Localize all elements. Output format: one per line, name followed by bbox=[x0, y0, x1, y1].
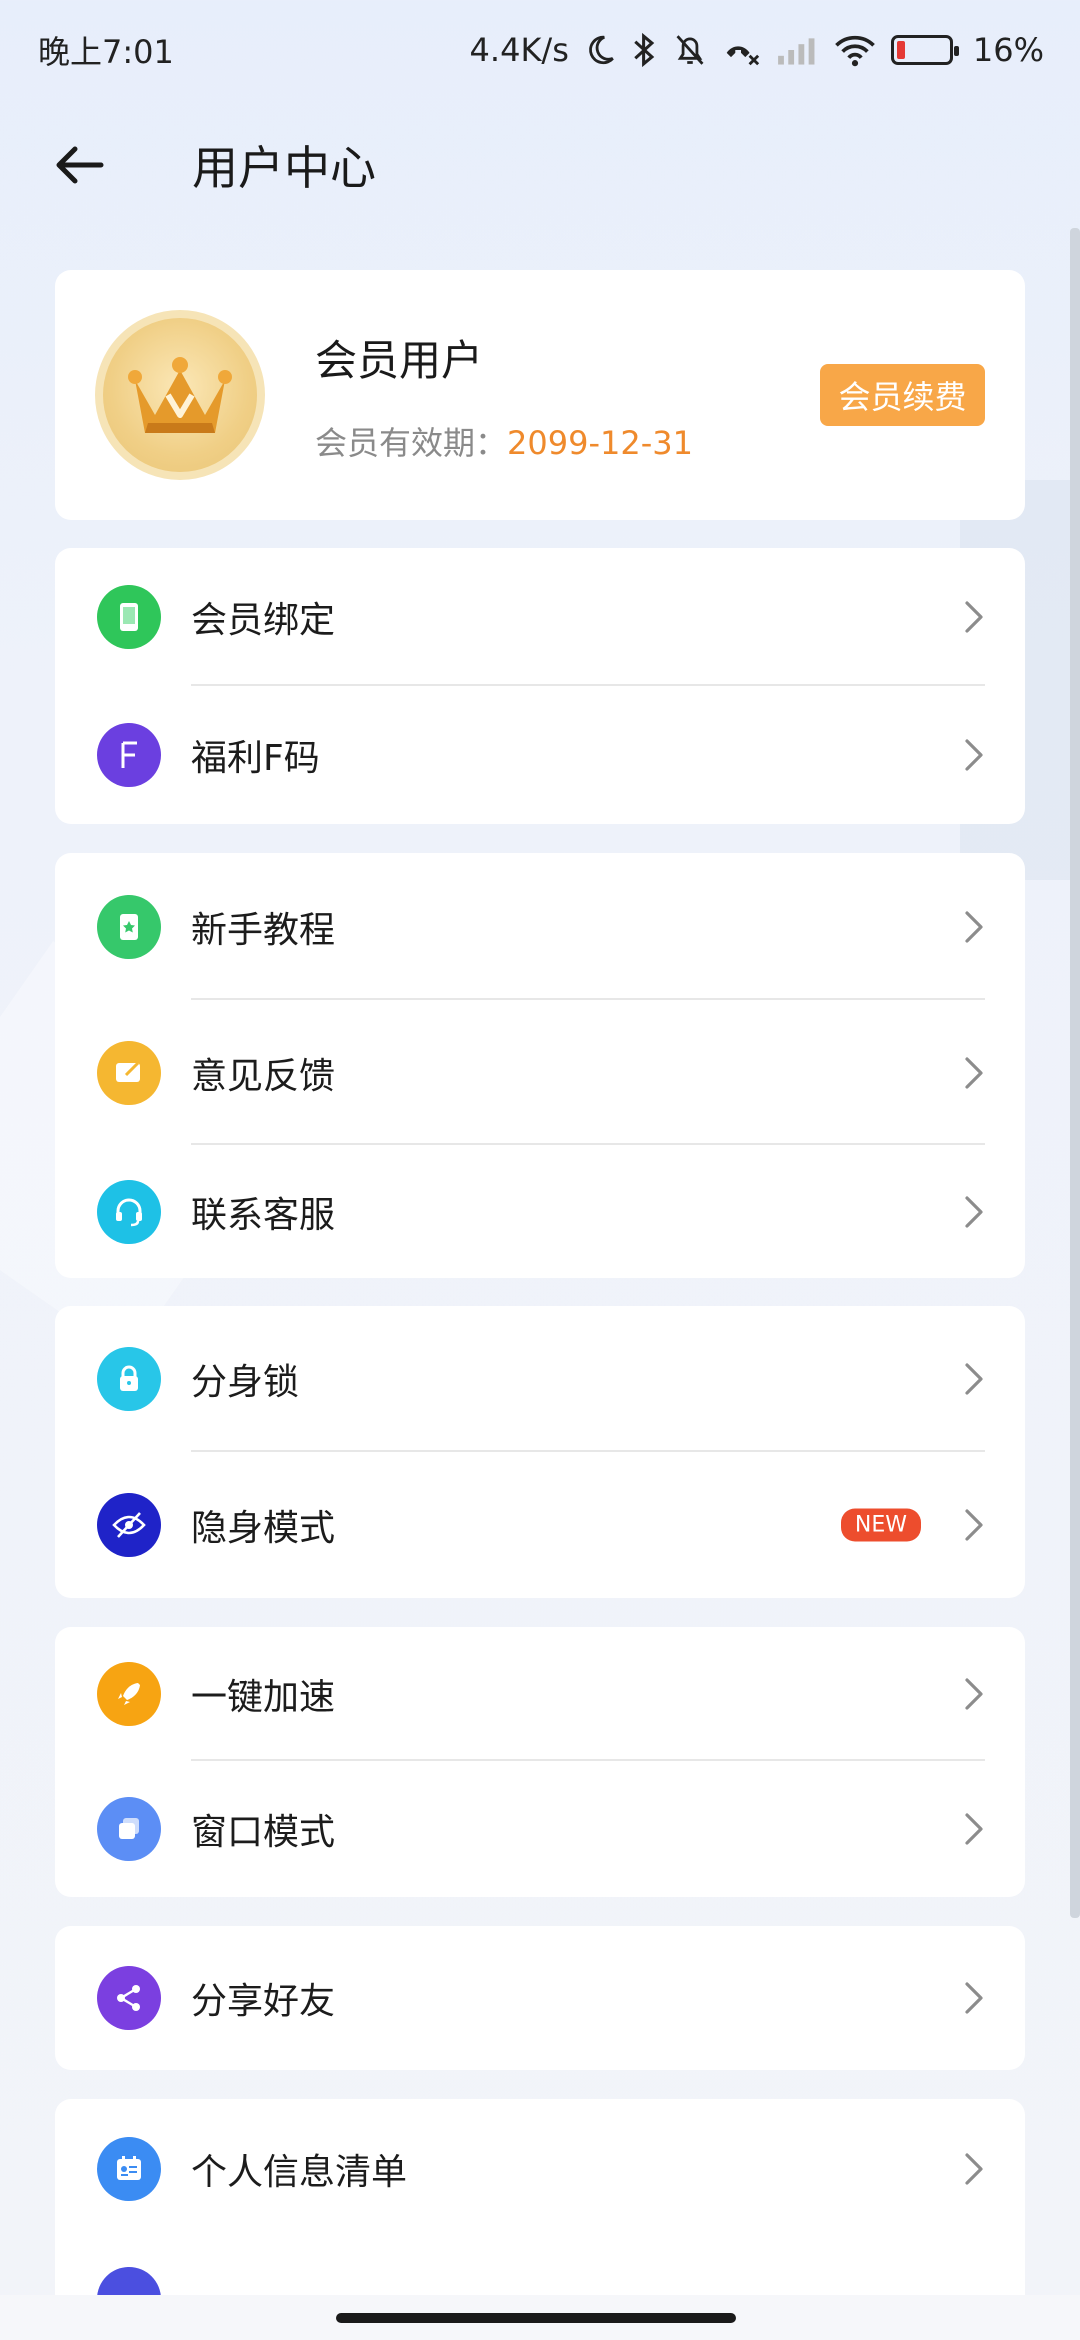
list-item-feedback[interactable]: 意见反馈 bbox=[55, 1000, 1025, 1145]
list-item-phone[interactable]: 会员绑定 bbox=[55, 548, 1025, 686]
new-badge: NEW bbox=[840, 1508, 921, 1542]
rocket-icon bbox=[97, 1662, 161, 1726]
chevron-right-icon bbox=[965, 910, 983, 943]
member-expiry: 会员有效期：2099-12-31 bbox=[315, 418, 693, 464]
chevron-right-icon bbox=[959, 1359, 989, 1399]
member-info: 会员用户 会员有效期：2099-12-31 bbox=[315, 327, 693, 464]
status-icons: 4.4K/s 16% bbox=[470, 30, 1044, 70]
avatar bbox=[95, 310, 265, 480]
chevron-right-icon bbox=[959, 1978, 989, 2018]
list-item-book-star[interactable]: 新手教程 bbox=[55, 853, 1025, 1000]
share-icon bbox=[97, 1966, 161, 2030]
chevron-right-icon bbox=[965, 1982, 983, 2014]
book-star-icon bbox=[97, 894, 161, 959]
chevron-right-icon bbox=[965, 1195, 983, 1228]
home-indicator[interactable] bbox=[336, 2313, 736, 2323]
menu-group-performance: 一键加速 窗口模式 bbox=[55, 1627, 1025, 1897]
menu-group-share: 分享好友 bbox=[55, 1926, 1025, 2070]
list-item-label: 一键加速 bbox=[191, 1677, 336, 1718]
chevron-right-icon bbox=[965, 1056, 983, 1089]
page-title: 用户中心 bbox=[192, 141, 376, 195]
chevron-right-icon bbox=[959, 1053, 989, 1093]
list-item-id-card[interactable]: 个人信息清单 bbox=[55, 2099, 1025, 2239]
back-button[interactable] bbox=[30, 115, 130, 215]
signal-icon bbox=[775, 30, 819, 70]
list-item-partial[interactable] bbox=[55, 2239, 1025, 2331]
list-item-label: 分享好友 bbox=[191, 1981, 336, 2022]
battery-icon bbox=[890, 35, 959, 65]
moon-icon bbox=[583, 30, 617, 70]
menu-group-privacy: 分身锁隐身模式 NEW bbox=[55, 1306, 1025, 1598]
list-item-f-letter[interactable]: 福利F码 bbox=[55, 686, 1025, 824]
list-item-lock[interactable]: 分身锁 bbox=[55, 1306, 1025, 1452]
list-item-share[interactable]: 分享好友 bbox=[55, 1926, 1025, 2070]
headset-icon bbox=[97, 1179, 161, 1244]
net-speed: 4.4K/s bbox=[469, 31, 569, 69]
arrow-left-icon bbox=[56, 146, 104, 184]
expiry-label: 会员有效期： bbox=[315, 423, 508, 462]
chevron-right-icon bbox=[959, 1505, 989, 1545]
chevron-right-icon bbox=[965, 739, 983, 771]
f-letter-icon bbox=[97, 723, 161, 787]
feedback-icon bbox=[97, 1040, 161, 1105]
list-item-label: 福利F码 bbox=[191, 738, 320, 779]
chevron-right-icon bbox=[959, 907, 989, 947]
chevron-right-icon bbox=[965, 1363, 983, 1395]
list-item-headset[interactable]: 联系客服 bbox=[55, 1145, 1025, 1278]
list-item-rocket[interactable]: 一键加速 bbox=[55, 1627, 1025, 1761]
battery-level bbox=[896, 41, 905, 59]
bluetooth-icon bbox=[631, 30, 659, 70]
chevron-right-icon bbox=[959, 735, 989, 775]
chevron-right-icon bbox=[959, 1809, 989, 1849]
eye-off-icon bbox=[97, 1493, 161, 1557]
list-item-label: 联系客服 bbox=[191, 1194, 336, 1236]
list-item-label: 新手教程 bbox=[191, 909, 336, 951]
chevron-right-icon bbox=[965, 1678, 983, 1710]
chevron-right-icon bbox=[965, 1813, 983, 1845]
member-name: 会员用户 bbox=[315, 335, 484, 385]
id-card-icon bbox=[97, 2137, 161, 2201]
phone-icon bbox=[97, 585, 161, 649]
list-item-eye-off[interactable]: 隐身模式 NEW bbox=[55, 1452, 1025, 1598]
menu-group-account: 会员绑定福利F码 bbox=[55, 548, 1025, 824]
list-item-label: 窗口模式 bbox=[191, 1812, 336, 1853]
chevron-right-icon bbox=[959, 1674, 989, 1714]
list-item-label: 意见反馈 bbox=[191, 1055, 336, 1097]
expiry-date: 2099-12-31 bbox=[507, 423, 693, 462]
chevron-right-icon bbox=[965, 2153, 983, 2185]
lock-icon bbox=[97, 1347, 161, 1411]
member-card: 会员用户 会员有效期：2099-12-31 会员续费 bbox=[55, 270, 1025, 520]
chevron-right-icon bbox=[959, 597, 989, 637]
windows-icon bbox=[97, 1797, 161, 1861]
wifi-icon bbox=[833, 30, 877, 70]
menu-group-help: 新手教程意见反馈联系客服 bbox=[55, 853, 1025, 1278]
list-item-label: 隐身模式 bbox=[191, 1508, 336, 1549]
scrollbar[interactable] bbox=[1070, 228, 1080, 1918]
status-bar: 晚上7:01 4.4K/s 16% bbox=[0, 0, 1080, 100]
status-time: 晚上7:01 bbox=[38, 33, 174, 71]
bell-off-icon bbox=[673, 30, 707, 70]
list-item-label: 个人信息清单 bbox=[191, 2152, 408, 2193]
list-item-label: 分身锁 bbox=[191, 1362, 300, 1403]
call-off-icon bbox=[721, 30, 761, 70]
chevron-right-icon bbox=[965, 601, 983, 633]
chevron-right-icon bbox=[959, 2149, 989, 2189]
battery-percent: 16% bbox=[972, 31, 1044, 69]
list-item-label: 会员绑定 bbox=[191, 600, 336, 641]
chevron-right-icon bbox=[959, 1192, 989, 1232]
header: 用户中心 bbox=[0, 110, 1080, 220]
list-item-windows[interactable]: 窗口模式 bbox=[55, 1761, 1025, 1897]
chevron-right-icon bbox=[965, 1509, 983, 1541]
crown-icon bbox=[128, 357, 232, 433]
renew-button[interactable]: 会员续费 bbox=[820, 364, 985, 426]
